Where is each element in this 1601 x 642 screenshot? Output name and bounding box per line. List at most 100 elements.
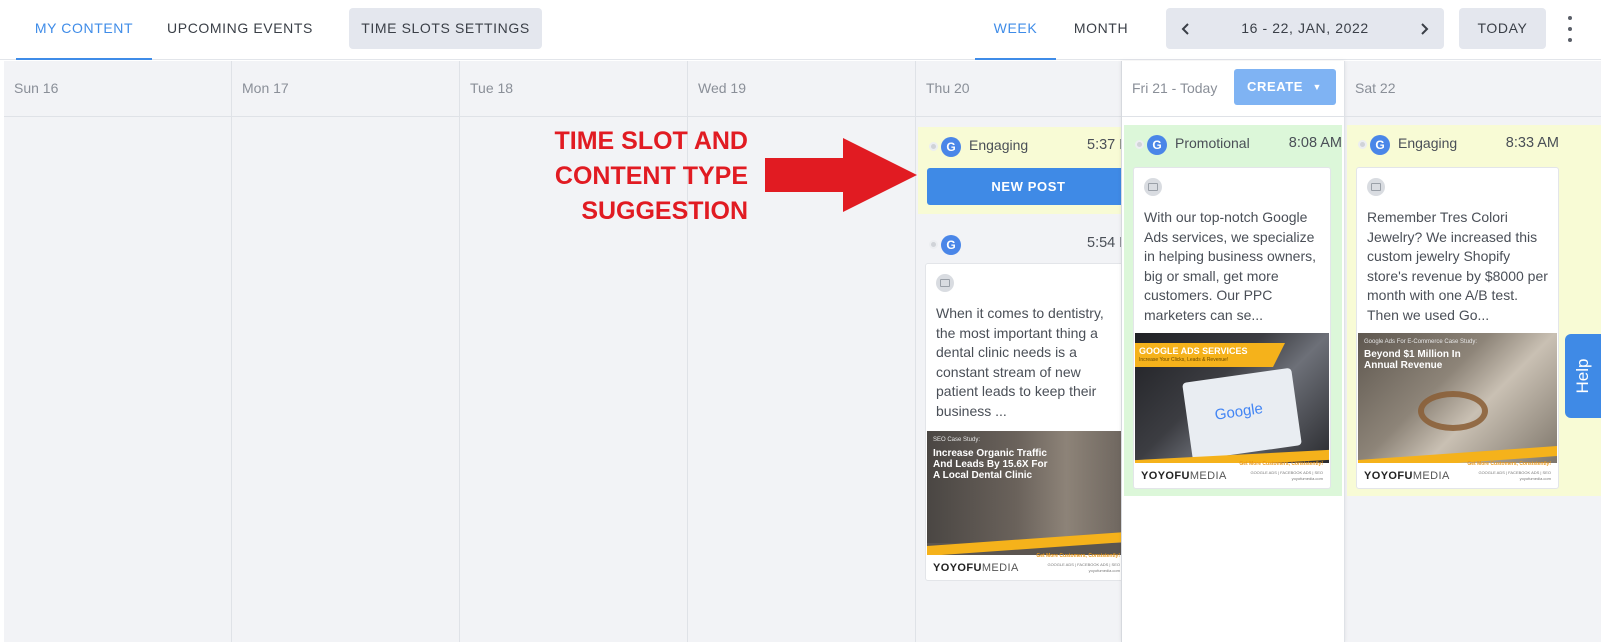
day-label: Mon 17 [242,80,289,96]
day-label: Wed 19 [698,80,746,96]
status-dot-icon [1358,140,1367,149]
tab-my-content[interactable]: MY CONTENT [16,0,152,60]
brand-logo: YOYOFUMEDIA [1141,470,1227,482]
day-column-fri-today[interactable]: Fri 21 - Today CREATE ▼ G Promotional 8:0… [1121,61,1345,642]
chevron-left-icon [1181,22,1189,35]
more-vertical-icon[interactable] [1562,16,1578,42]
day-column-mon[interactable]: Mon 17 [232,61,460,642]
brand-bold: YOYOFU [1141,470,1190,482]
time-slot-suggestion[interactable]: G Engaging 5:37 PM NEW POST [918,127,1141,214]
tablet-screen: Google [1182,367,1302,461]
camera-icon [1144,178,1162,196]
camera-icon [936,274,954,292]
date-range-label: 16 - 22, JAN, 2022 [1241,20,1369,36]
image-cta: Get More Customers, Consistently! [1467,461,1551,467]
slot-header: G Engaging 5:37 PM [918,127,1141,163]
status-dot-icon [1135,140,1144,149]
today-button[interactable]: TODAY [1459,8,1546,49]
banner-title: GOOGLE ADS SERVICES [1139,346,1248,356]
slot-header: G 5:54 PM [918,225,1141,261]
tab-week[interactable]: WEEK [975,0,1056,60]
annotation-line: TIME SLOT AND [554,127,748,155]
image-caption-large: Increase Organic Traffic And Leads By 15… [933,448,1048,481]
post-text: Remember Tres Colori Jewelry? We increas… [1367,209,1548,323]
next-week-button[interactable] [1404,8,1444,49]
image-caption-small: SEO Case Study: [933,437,981,443]
annotation-line: SUGGESTION [581,197,748,225]
prev-week-button[interactable] [1166,8,1206,49]
day-header: Sun 16 [4,61,231,117]
image-url: yoyofumedia.com [1519,476,1551,481]
day-header: Thu 20 [916,61,1143,117]
content-type-label: Promotional [1175,135,1250,151]
tab-month[interactable]: MONTH [1056,0,1146,60]
help-tab[interactable]: Help [1565,334,1601,418]
day-label: Sat 22 [1355,80,1396,96]
day-header: Wed 19 [688,61,915,117]
brand-bold: YOYOFU [933,562,982,574]
image-url: yoyofumedia.com [1088,568,1120,573]
post-card[interactable]: With our top-notch Google Ads services, … [1133,167,1331,489]
annotation-line: CONTENT TYPE [554,162,748,190]
google-icon: G [1370,135,1390,155]
time-slot-suggestion[interactable]: G Engaging 8:33 AM Remember Tres Colori … [1347,125,1601,496]
image-sub: GOOGLE ADS | FACEBOOK ADS | SEO [1478,470,1551,475]
brand-light: MEDIA [981,562,1019,574]
post-text: With our top-notch Google Ads services, … [1144,209,1316,323]
date-range-navigator: 16 - 22, JAN, 2022 [1166,8,1444,49]
day-column-sun[interactable]: Sun 16 [4,61,232,642]
slot-header: G Promotional 8:08 AM [1124,125,1342,161]
day-label: Tue 18 [470,80,514,96]
day-header: Mon 17 [232,61,459,117]
top-bar: MY CONTENT UPCOMING EVENTS TIME SLOTS SE… [0,0,1601,60]
tab-upcoming-events[interactable]: UPCOMING EVENTS [152,0,328,60]
post-card[interactable]: When it comes to dentistry, the most imp… [925,263,1128,581]
day-label: Thu 20 [926,80,970,96]
time-slot-suggestion[interactable]: G Promotional 8:08 AM With our top-notch… [1124,125,1342,496]
image-url: yoyofumedia.com [1291,476,1323,481]
day-column-thu[interactable]: Thu 20 G Engaging 5:37 PM NEW POST G 5:5… [916,61,1144,642]
annotation-callout: TIME SLOT AND CONTENT TYPE SUGGESTION [495,124,748,229]
time-slots-settings-button[interactable]: TIME SLOTS SETTINGS [349,8,542,49]
post-image: Google GOOGLE ADS SERVICES Increase Your… [1135,333,1329,487]
brand-light: MEDIA [1189,470,1227,482]
google-icon: G [1147,135,1167,155]
brand-light: MEDIA [1412,470,1450,482]
time-slot: G 5:54 PM [918,225,1141,261]
day-header: Fri 21 - Today CREATE ▼ [1122,61,1344,117]
new-post-button[interactable]: NEW POST [927,168,1130,205]
screen-text: Google [1213,400,1265,424]
create-button[interactable]: CREATE ▼ [1234,69,1336,105]
status-dot-icon [929,142,938,151]
day-label: Sun 16 [14,80,59,96]
image-caption-small: Google Ads For E-Commerce Case Study: [1364,339,1478,345]
day-label: Fri 21 - Today [1132,80,1218,96]
ring-graphic [1418,391,1488,431]
image-caption-large: Beyond $1 Million In Annual Revenue [1364,349,1461,371]
status-dot-icon [929,240,938,249]
slot-header: G Engaging 8:33 AM [1347,125,1559,161]
image-sub: GOOGLE ADS | FACEBOOK ADS | SEO [1250,470,1323,475]
content-type-label: Engaging [1398,135,1458,151]
brand-bold: YOYOFU [1364,470,1413,482]
content-type-label: Engaging [969,137,1029,153]
day-column-sat[interactable]: Sat 22 G Engaging 8:33 AM Remember Tres … [1345,61,1601,642]
caret-down-icon: ▼ [1312,82,1322,92]
image-cta: Get More Customers, Consistently! [1239,461,1323,467]
camera-icon [1367,178,1385,196]
brand-logo: YOYOFUMEDIA [933,562,1019,574]
google-icon: G [941,235,961,255]
help-label: Help [1573,358,1592,394]
post-image: SEO Case Study: Increase Organic Traffic… [927,431,1126,579]
image-cta: Get More Customers, Consistently! [1036,553,1120,559]
banner-sub: Increase Your Clicks, Leads & Revenue! [1139,357,1229,363]
post-text: When it comes to dentistry, the most imp… [936,305,1104,419]
chevron-right-icon [1421,22,1429,35]
brand-logo: YOYOFUMEDIA [1364,470,1450,482]
post-card[interactable]: Remember Tres Colori Jewelry? We increas… [1356,167,1559,489]
google-icon: G [941,137,961,157]
image-sub: GOOGLE ADS | FACEBOOK ADS | SEO [1047,562,1120,567]
post-image: Google Ads For E-Commerce Case Study: Be… [1358,333,1557,487]
day-header: Tue 18 [460,61,687,117]
image-banner: GOOGLE ADS SERVICES Increase Your Clicks… [1135,343,1285,367]
